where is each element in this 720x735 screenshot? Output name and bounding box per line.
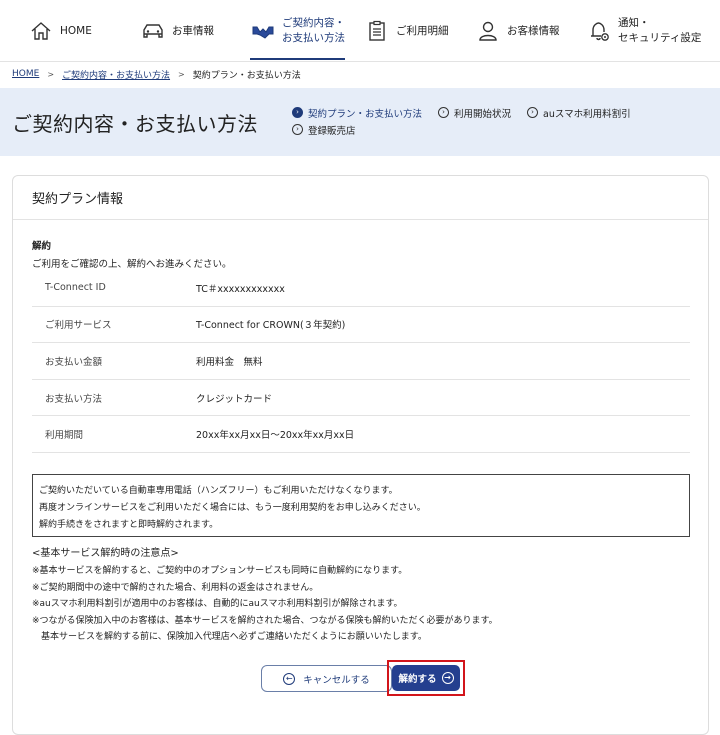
subnav-item-au-discount[interactable]: › auスマホ利用料割引 (527, 106, 631, 120)
sub-navigation: › 契約プラン・お支払い方法 › 利用開始状況 › auスマホ利用料割引 › 登… (292, 104, 712, 138)
notice-line: 再度オンラインサービスをご利用いただく場合には、もう一度利用契約をお申し込みくだ… (39, 503, 426, 513)
breadcrumb-parent[interactable]: ご契約内容・お支払い方法 (62, 68, 170, 81)
subnav-item-dealer[interactable]: › 登録販売店 (292, 123, 356, 137)
arrow-right-icon: → (441, 672, 454, 684)
subnav-label: 登録販売店 (308, 125, 356, 137)
row-value: 20xx年xx月xx日～20xx年xx月xx日 (196, 430, 355, 442)
notice-box: ご契約いただいている自動車専用電話（ハンズフリー）もご利用いただけなくなります。… (32, 474, 690, 537)
table-row: ご利用サービス T-Connect for CROWN(３年契約) (32, 307, 690, 344)
cancel-contract-button[interactable]: 解約する → (392, 665, 460, 691)
row-value: TC＃xxxxxxxxxxxx (196, 283, 285, 295)
top-navigation: HOME お車情報 ご契約内容・ お支払い方法 ご利用明細 お客様情報 通知・ … (0, 0, 720, 62)
nav-item-vehicle[interactable]: お車情報 (140, 0, 214, 62)
subnav-item-usage-start[interactable]: › 利用開始状況 (438, 106, 511, 120)
caution-notes: <基本サービス解約時の注意点> ※基本サービスを解約すると、ご契約中のオプション… (32, 546, 692, 645)
cancel-button[interactable]: ← キャンセルする (261, 665, 392, 692)
table-row: 利用期間 20xx年xx月xx日～20xx年xx月xx日 (32, 416, 690, 453)
home-icon (28, 18, 54, 44)
cancel-button-label: キャンセルする (303, 674, 370, 686)
person-icon (475, 18, 501, 44)
caution-line: ※ご契約期間中の途中で解約された場合、利用料の返金はされません。 (32, 582, 319, 593)
breadcrumb: HOME > ご契約内容・お支払い方法 > 契約プラン・お支払い方法 (12, 66, 301, 82)
row-key: 利用期間 (45, 430, 84, 442)
row-key: T-Connect ID (45, 282, 106, 294)
contract-plan-card: 契約プラン情報 解約 ご利用をご確認の上、解約へお進みください。 T-Conne… (12, 175, 709, 735)
notice-line: 解約手続きをされますと即時解約されます。 (39, 520, 219, 530)
chevron-right-icon: › (438, 107, 450, 118)
subnav-label: 契約プラン・お支払い方法 (308, 108, 423, 120)
caution-line: 基本サービスを解約する前に、保険加入代理店へ必ずご連絡いただくようにお願いいたし… (32, 632, 427, 643)
page-header-band: ご契約内容・お支払い方法 › 契約プラン・お支払い方法 › 利用開始状況 › a… (0, 88, 720, 156)
page-title: ご契約内容・お支払い方法 (12, 112, 258, 136)
subnav-label: auスマホ利用料割引 (543, 108, 631, 120)
nav-label: お客様情報 (507, 24, 560, 37)
breadcrumb-separator: > (178, 69, 185, 79)
nav-item-statement[interactable]: ご利用明細 (364, 0, 449, 62)
row-key: お支払い方法 (45, 393, 103, 405)
breadcrumb-home[interactable]: HOME (12, 69, 39, 79)
nav-item-home[interactable]: HOME (28, 0, 92, 62)
breadcrumb-current: 契約プラン・お支払い方法 (192, 70, 301, 81)
nav-item-contract[interactable]: ご契約内容・ お支払い方法 (250, 0, 345, 62)
notice-line: ご契約いただいている自動車専用電話（ハンズフリー）もご利用いただけなくなります。 (39, 486, 398, 496)
caution-heading: <基本サービス解約時の注意点> (32, 548, 179, 559)
car-icon (140, 18, 166, 44)
row-key: ご利用サービス (45, 320, 112, 332)
chevron-right-icon: › (527, 107, 539, 118)
breadcrumb-separator: > (47, 69, 55, 79)
subnav-label: 利用開始状況 (454, 108, 512, 120)
handshake-icon (250, 18, 276, 44)
row-value: クレジットカード (196, 393, 273, 405)
card-heading: 契約プラン情報 (13, 176, 708, 220)
row-key: お支払い金額 (45, 356, 103, 368)
confirm-button-highlight: 解約する → (387, 660, 465, 696)
nav-label: お車情報 (172, 24, 214, 37)
table-row: T-Connect ID TC＃xxxxxxxxxxxx (32, 270, 690, 307)
confirm-button-label: 解約する (398, 674, 437, 685)
bell-gear-icon (586, 18, 612, 44)
arrow-left-icon: ← (283, 672, 296, 685)
clipboard-icon (364, 18, 390, 44)
chevron-right-icon: › (292, 124, 303, 135)
chevron-right-icon: › (292, 107, 303, 118)
nav-label: HOME (60, 24, 92, 37)
row-value: T-Connect for CROWN(３年契約) (196, 320, 346, 332)
nav-label: 通知・ セキュリティ設定 (618, 17, 702, 44)
table-row: お支払い方法 クレジットカード (32, 380, 690, 417)
table-row: お支払い金額 利用料金 無料 (32, 343, 690, 380)
contract-info-table: T-Connect ID TC＃xxxxxxxxxxxx ご利用サービス T-C… (32, 270, 690, 453)
caution-line: ※つながる保険加入中のお客様は、基本サービスを解約された場合、つながる保険も解約… (32, 615, 498, 626)
row-value: 利用料金 無料 (196, 356, 263, 368)
nav-item-notify[interactable]: 通知・ セキュリティ設定 (586, 0, 701, 62)
nav-label: ご契約内容・ お支払い方法 (282, 17, 345, 44)
section-description: ご利用をご確認の上、解約へお進みください。 (32, 259, 232, 270)
subnav-item-plan-payment[interactable]: › 契約プラン・お支払い方法 (292, 106, 422, 120)
caution-line: ※auスマホ利用料割引が適用中のお客様は、自動的にauスマホ利用料割引が解除され… (32, 599, 403, 610)
caution-line: ※基本サービスを解約すると、ご契約中のオプションサービスも同時に自動解約になりま… (32, 566, 408, 577)
nav-item-customer[interactable]: お客様情報 (475, 0, 560, 62)
nav-label: ご利用明細 (396, 24, 449, 37)
section-title: 解約 (32, 241, 52, 252)
